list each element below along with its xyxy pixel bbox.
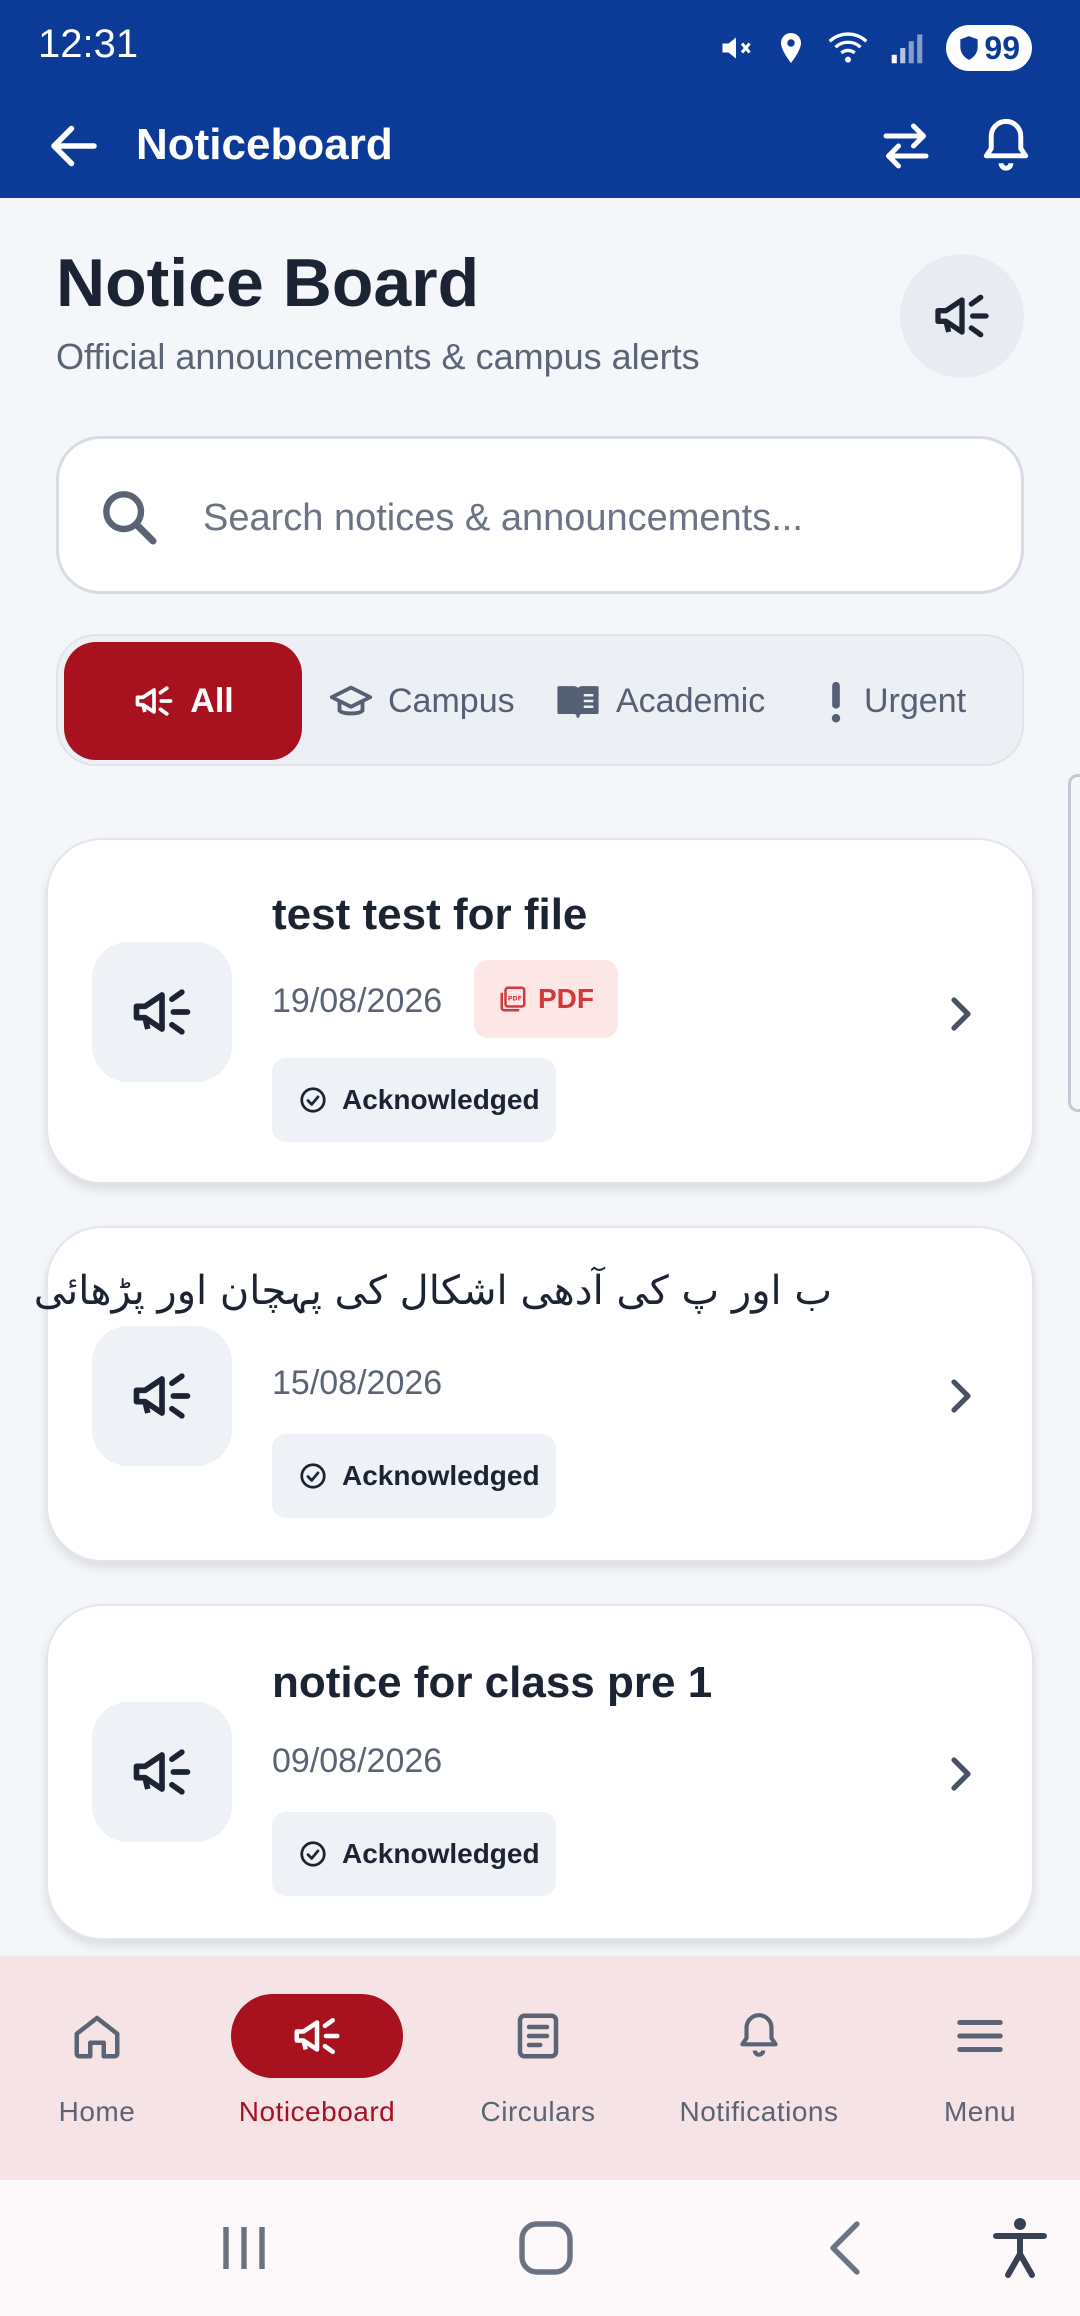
wifi-icon	[828, 32, 868, 63]
tab-all[interactable]: All	[64, 642, 302, 760]
nav-home[interactable]: Home	[0, 1956, 205, 2180]
tab-urgent[interactable]: Urgent	[822, 642, 966, 760]
svg-text:PDF: PDF	[508, 995, 522, 1002]
search-icon	[103, 491, 157, 545]
nav-menu[interactable]: Menu	[872, 1956, 1080, 2180]
menu-icon	[957, 2020, 1003, 2052]
status-label: Acknowledged	[342, 1838, 540, 1869]
nav-icon-container	[894, 1994, 1066, 2078]
exclamation-icon	[831, 681, 841, 723]
bottom-navigation: Home Noticeboard Circulars Notifications…	[0, 1956, 1080, 2180]
bell-icon	[740, 2013, 778, 2057]
chevron-right-icon	[951, 1757, 971, 1791]
nav-notifications[interactable]: Notifications	[651, 1956, 867, 2180]
nav-icon-container	[11, 1994, 183, 2078]
tab-label: All	[190, 681, 234, 720]
chevron-right-icon	[951, 1379, 971, 1413]
search-box[interactable]	[56, 436, 1024, 594]
pdf-file-icon: PDF	[500, 986, 526, 1012]
chevron-right-icon	[951, 997, 971, 1031]
notice-card[interactable]: test test for file 19/08/2026 PDF PDF Ac…	[46, 838, 1034, 1184]
check-circle-icon	[300, 1087, 326, 1113]
graduation-cap-icon	[329, 685, 373, 716]
search-input[interactable]	[203, 479, 983, 557]
notice-title: notice for class pre 1	[272, 1658, 713, 1707]
megaphone-icon	[135, 686, 173, 716]
page-subtitle: Official announcements & campus alerts	[56, 336, 700, 377]
nav-icon-container	[673, 1994, 845, 2078]
back-arrow-icon[interactable]	[44, 116, 104, 176]
mute-icon	[722, 37, 752, 59]
document-icon	[517, 2013, 559, 2059]
battery-level: 99	[984, 29, 1020, 66]
page-title: Notice Board	[56, 245, 480, 321]
check-circle-icon	[300, 1841, 326, 1867]
notice-title: ب اور پ کی آدھی اشکال کی پہچان اور پڑھائ…	[33, 1268, 832, 1314]
status-time: 12:31	[38, 22, 139, 66]
nav-circulars[interactable]: Circulars	[430, 1956, 646, 2180]
nav-icon-container	[452, 1994, 624, 2078]
nav-label: Circulars	[480, 2096, 596, 2127]
nav-noticeboard[interactable]: Noticeboard	[209, 1956, 425, 2180]
megaphone-icon	[133, 1749, 191, 1795]
pdf-attachment-badge[interactable]: PDF PDF	[474, 960, 618, 1038]
status-badge: Acknowledged	[272, 1058, 556, 1142]
shield-icon	[960, 36, 979, 60]
notice-card[interactable]: notice for class pre 1 09/08/2026 Acknow…	[46, 1604, 1034, 1940]
notice-icon-box	[92, 1326, 232, 1466]
notice-icon-box	[92, 942, 232, 1082]
nav-icon-container	[231, 1994, 403, 2078]
notice-date: 15/08/2026	[272, 1364, 443, 1402]
notice-date: 09/08/2026	[272, 1742, 443, 1780]
notice-date: 19/08/2026	[272, 982, 443, 1020]
signal-icon	[892, 34, 923, 64]
swap-icon[interactable]	[876, 116, 936, 176]
check-circle-icon	[300, 1463, 326, 1489]
book-icon	[557, 686, 599, 718]
tab-label: Urgent	[864, 681, 967, 720]
status-icons: 99	[718, 20, 1032, 76]
location-icon	[781, 33, 802, 63]
filter-tabs: All Campus Academic Urgent	[56, 634, 1024, 766]
status-bar: 12:31 99	[0, 0, 1080, 96]
battery-indicator: 99	[946, 25, 1032, 71]
recent-apps-icon[interactable]	[208, 2212, 280, 2284]
back-button-icon[interactable]	[812, 2212, 884, 2284]
megaphone-icon	[294, 2018, 340, 2054]
nav-label: Noticeboard	[238, 2096, 396, 2127]
notice-icon-box	[92, 1702, 232, 1842]
status-label: Acknowledged	[342, 1084, 540, 1115]
megaphone-icon	[935, 294, 989, 338]
tab-campus[interactable]: Campus	[328, 642, 515, 760]
notice-card[interactable]: ب اور پ کی آدھی اشکال کی پہچان اور پڑھائ…	[33, 1226, 1034, 1562]
megaphone-icon	[133, 989, 191, 1035]
system-navigation-bar	[0, 2180, 1080, 2316]
announcements-button[interactable]	[900, 254, 1024, 378]
tab-label: Campus	[388, 681, 515, 720]
notice-title: test test for file	[272, 890, 588, 939]
status-label: Acknowledged	[342, 1460, 540, 1491]
app-bar: Noticeboard	[0, 96, 1080, 198]
status-badge: Acknowledged	[272, 1434, 556, 1518]
app-bar-title: Noticeboard	[136, 120, 393, 169]
edge-panel-handle[interactable]	[1068, 774, 1080, 1112]
home-button-icon[interactable]	[510, 2212, 582, 2284]
nav-label: Home	[58, 2096, 136, 2127]
status-badge: Acknowledged	[272, 1812, 556, 1896]
nav-label: Notifications	[679, 2096, 839, 2127]
tab-academic[interactable]: Academic	[554, 642, 765, 760]
tab-label: Academic	[616, 681, 766, 720]
nav-label: Menu	[943, 2096, 1017, 2127]
megaphone-icon	[133, 1373, 191, 1419]
bell-icon[interactable]	[976, 114, 1036, 178]
accessibility-icon[interactable]	[984, 2212, 1056, 2284]
attachment-label: PDF	[538, 983, 594, 1014]
home-icon	[74, 2015, 120, 2059]
